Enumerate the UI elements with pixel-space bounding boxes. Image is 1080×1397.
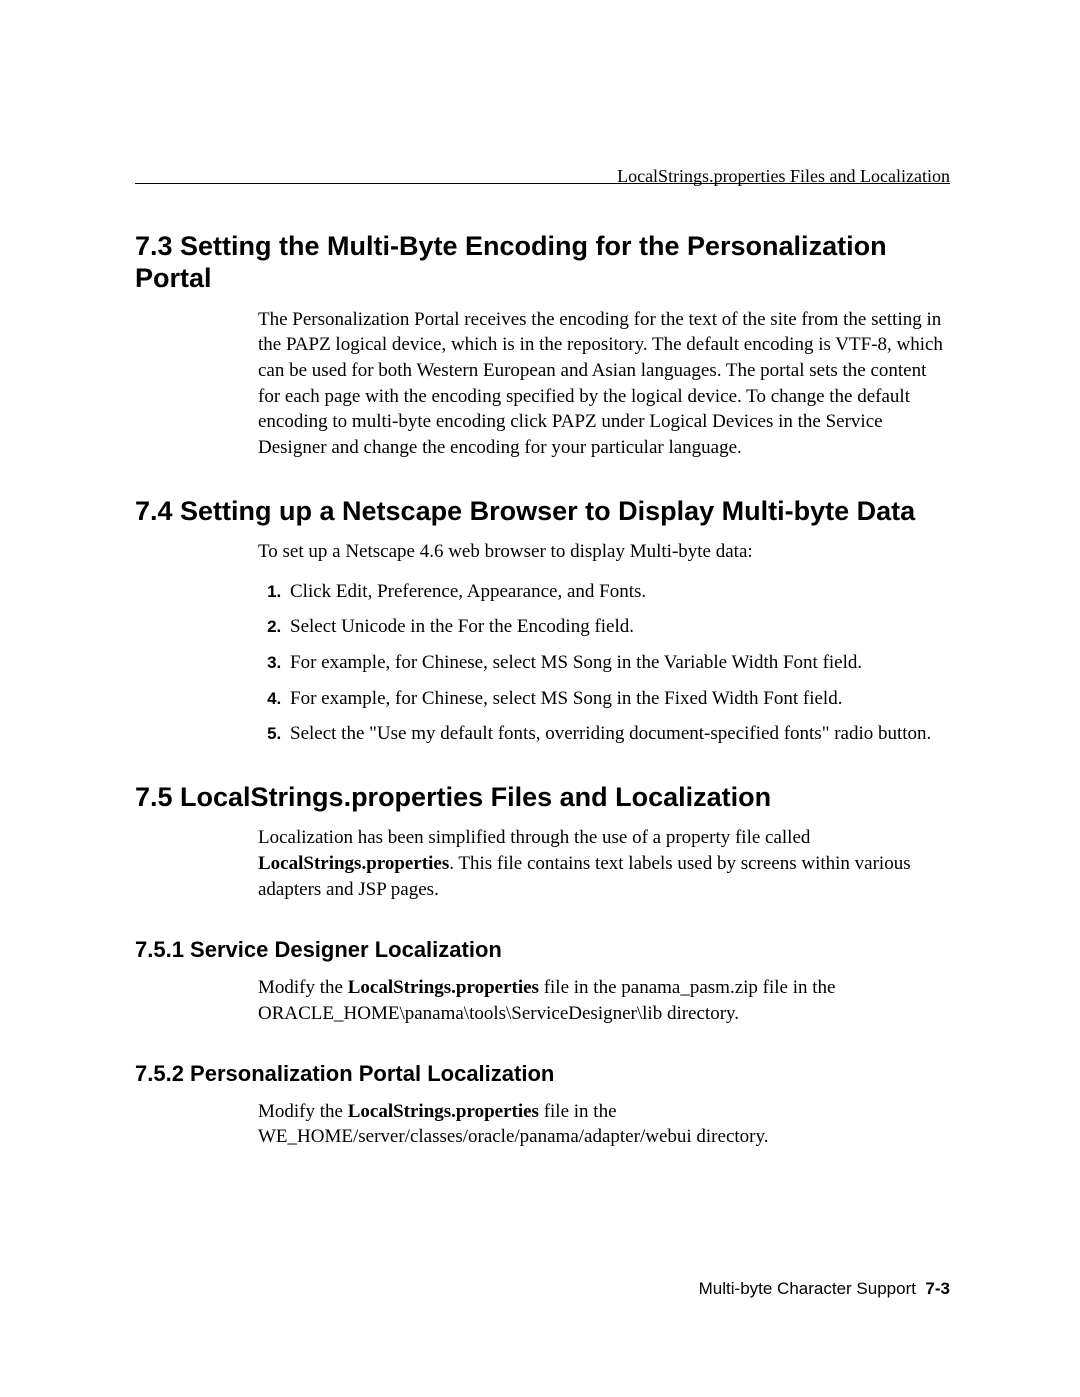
para-7-5-2-bold: LocalStrings.properties [348,1101,539,1122]
step-1: Click Edit, Preference, Appearance, and … [286,579,950,605]
para-7-3: The Personalization Portal receives the … [258,307,950,461]
footer-page: 7-3 [925,1279,950,1298]
step-2: Select Unicode in the For the Encoding f… [286,614,950,640]
para-7-5-1-pre: Modify the [258,977,348,998]
para-7-4-intro: To set up a Netscape 4.6 web browser to … [258,539,950,565]
step-4: For example, for Chinese, select MS Song… [286,686,950,712]
footer-chapter: Multi-byte Character Support [699,1279,916,1298]
heading-7-4: 7.4 Setting up a Netscape Browser to Dis… [135,495,950,527]
para-7-5: Localization has been simplified through… [258,825,950,902]
para-7-5-bold: LocalStrings.properties [258,853,449,874]
heading-7-3: 7.3 Setting the Multi-Byte Encoding for … [135,230,950,295]
step-5: Select the "Use my default fonts, overri… [286,721,950,747]
heading-7-5-2: 7.5.2 Personalization Portal Localizatio… [135,1059,950,1089]
content: 7.3 Setting the Multi-Byte Encoding for … [135,230,950,1150]
para-7-5-1-bold: LocalStrings.properties [348,977,539,998]
running-header: LocalStrings.properties Files and Locali… [617,164,950,188]
page: LocalStrings.properties Files and Locali… [0,0,1080,1397]
heading-7-5-1: 7.5.1 Service Designer Localization [135,935,950,965]
steps-7-4: Click Edit, Preference, Appearance, and … [258,579,950,747]
step-3: For example, for Chinese, select MS Song… [286,650,950,676]
para-7-5-1: Modify the LocalStrings.properties file … [258,975,950,1026]
para-7-5-2: Modify the LocalStrings.properties file … [258,1099,950,1150]
para-7-5-pre: Localization has been simplified through… [258,827,810,848]
heading-7-5: 7.5 LocalStrings.properties Files and Lo… [135,781,950,813]
para-7-5-2-pre: Modify the [258,1101,348,1122]
header-rule [135,183,950,184]
footer: Multi-byte Character Support 7-3 [699,1278,950,1301]
